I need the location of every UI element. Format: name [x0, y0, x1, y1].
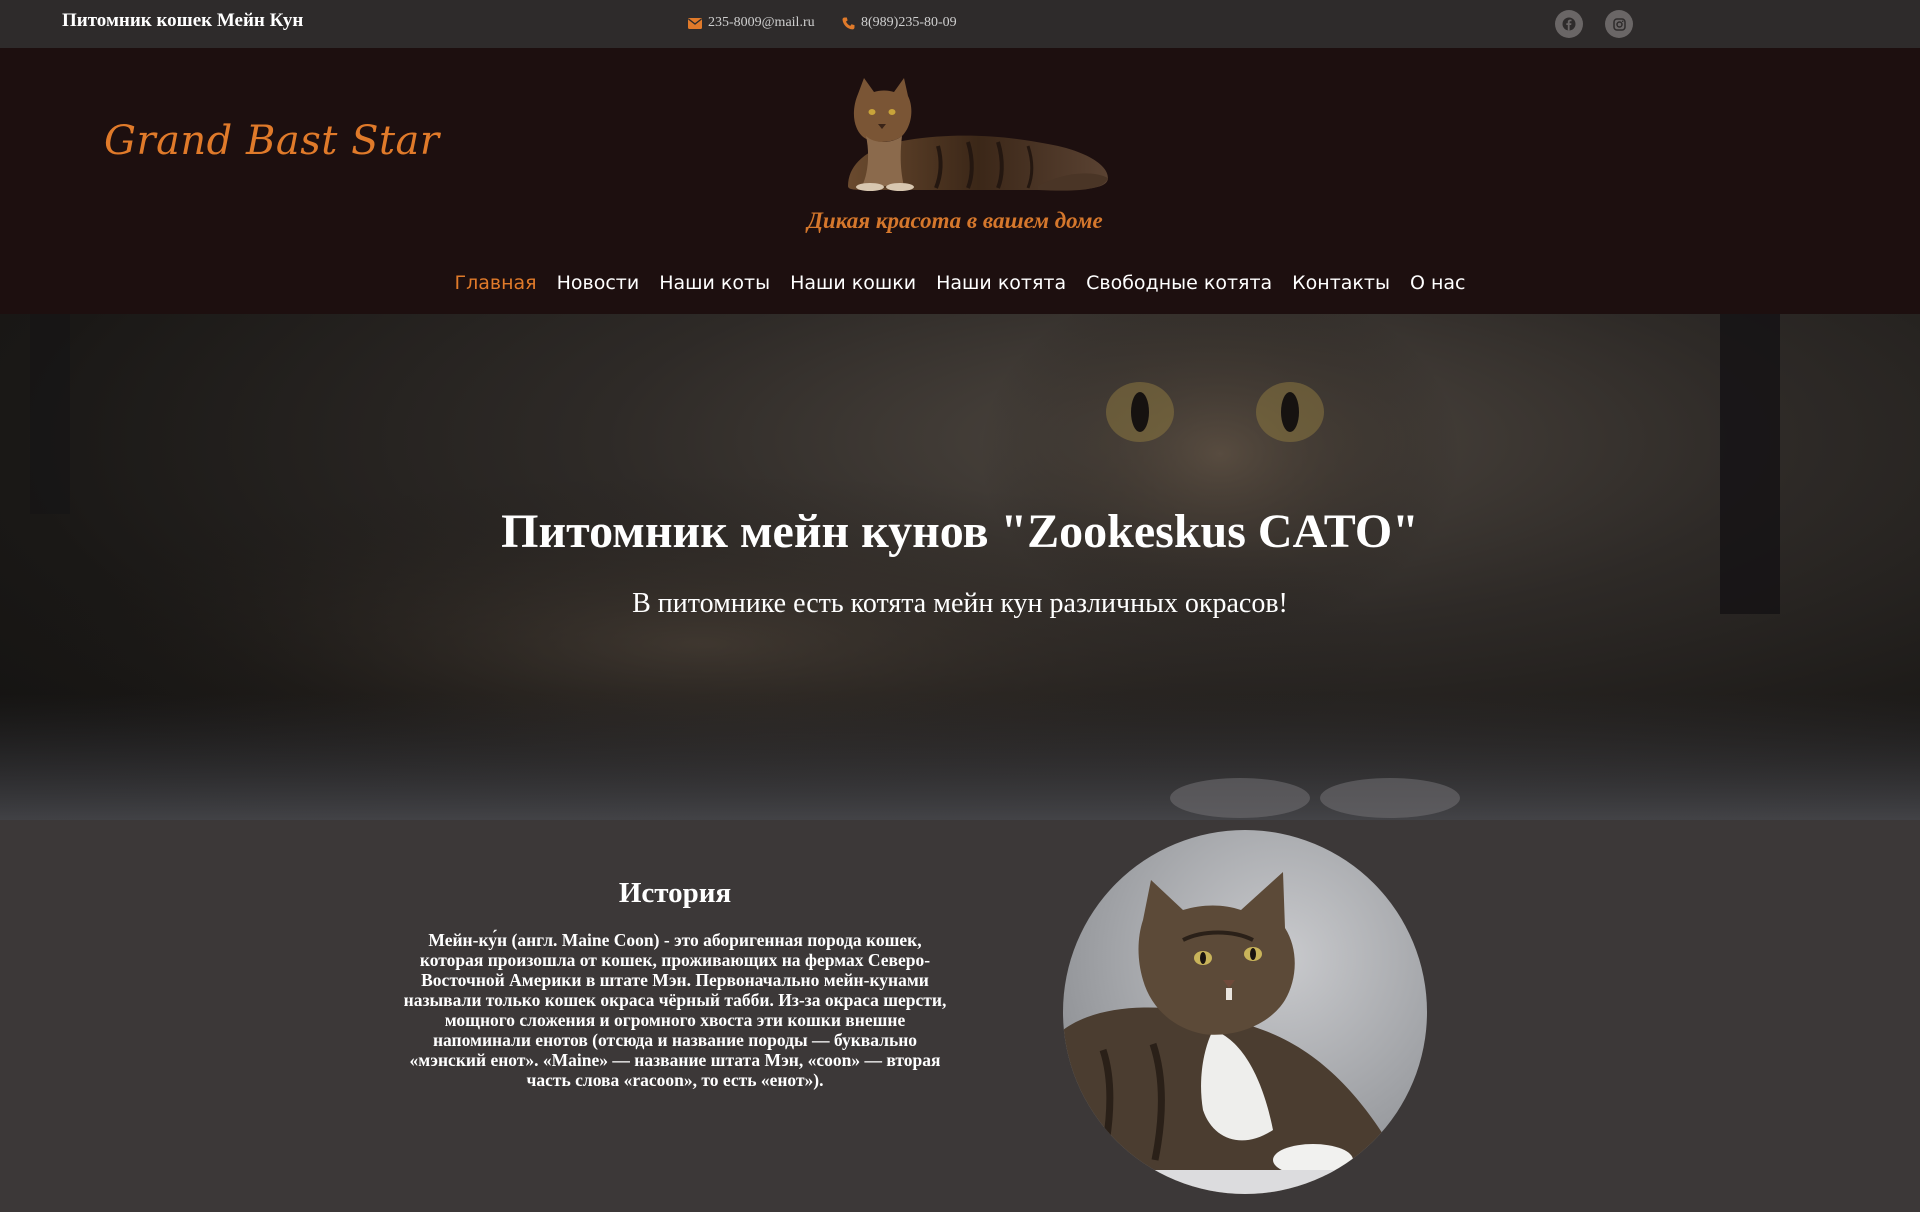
- phone-icon: [842, 17, 855, 30]
- envelope-icon: [688, 17, 702, 29]
- site-name: Питомник кошек Мейн Кун: [62, 10, 304, 31]
- nav-item-news[interactable]: Новости: [557, 272, 640, 294]
- nav-item-our-males[interactable]: Наши коты: [659, 272, 770, 294]
- history-text: Мейн-ку́н (англ. Maine Coon) - это абори…: [403, 930, 947, 1090]
- cat-logo-image[interactable]: [808, 74, 1114, 192]
- main-navigation: Главная Новости Наши коты Наши кошки Наш…: [0, 272, 1920, 294]
- hero-cat-background-image: [0, 314, 1920, 820]
- facebook-icon[interactable]: [1555, 10, 1583, 38]
- tagline: Дикая красота в вашем доме: [807, 208, 1103, 233]
- email-text[interactable]: 235-8009@mail.ru: [708, 15, 815, 31]
- phone-text[interactable]: 8(989)235-80-09: [861, 15, 957, 31]
- top-bar: Питомник кошек Мейн Кун 235-8009@mail.ru…: [0, 0, 1920, 48]
- nav-item-our-kittens[interactable]: Наши котята: [936, 272, 1066, 294]
- nav-item-available-kittens[interactable]: Свободные котята: [1086, 272, 1272, 294]
- hero-banner: Питомник мейн кунов "Zookeskus CATO" В п…: [0, 314, 1920, 820]
- phone-contact[interactable]: 8(989)235-80-09: [842, 15, 957, 31]
- history-section: История Мейн-ку́н (англ. Maine Coon) - э…: [0, 820, 1920, 1212]
- nav-item-about[interactable]: О нас: [1410, 272, 1466, 294]
- email-contact[interactable]: 235-8009@mail.ru: [688, 15, 815, 31]
- nav-item-home[interactable]: Главная: [455, 272, 537, 294]
- hero-subtitle: В питомнике есть котята мейн кун различн…: [632, 588, 1288, 619]
- history-heading: История: [618, 877, 732, 909]
- hero-title: Питомник мейн кунов "Zookeskus CATO": [501, 505, 1419, 558]
- nav-item-our-females[interactable]: Наши кошки: [790, 272, 916, 294]
- site-header: Grand Bast Star Дикая красота в вашем до…: [0, 48, 1920, 314]
- brand-logo-text[interactable]: Grand Bast Star: [104, 118, 440, 164]
- maine-coon-photo: [1063, 830, 1427, 1194]
- instagram-icon[interactable]: [1605, 10, 1633, 38]
- nav-item-contacts[interactable]: Контакты: [1292, 272, 1390, 294]
